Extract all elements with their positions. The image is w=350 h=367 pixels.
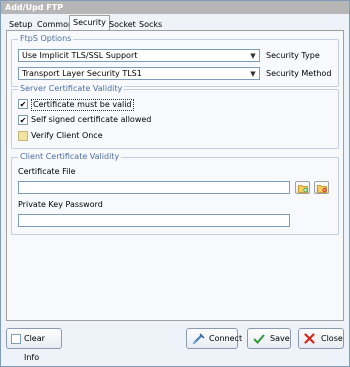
clear-cert-button[interactable]: [314, 181, 329, 194]
folder-delete-icon: [317, 185, 327, 193]
bottom-button-bar: Clear Info Connect Save Close: [6, 328, 344, 362]
security-panel: FtpS Options Use Implicit TLS/SSL Suppor…: [6, 30, 344, 321]
private-key-label: Private Key Password: [18, 200, 103, 209]
clear-info-checkbox[interactable]: Clear Info: [6, 328, 62, 362]
self-signed-checkbox[interactable]: ✔ Self signed certificate allowed: [18, 114, 178, 126]
server-cert-label: Server Certificate Validity: [18, 84, 125, 94]
save-label: Save: [270, 334, 290, 343]
cert-must-be-valid-checkbox[interactable]: ✔ Certificate must be valid: [18, 98, 158, 111]
dropdown-arrow-icon: ▼: [250, 52, 256, 60]
save-button[interactable]: Save: [247, 328, 291, 349]
self-signed-label: Self signed certificate allowed: [31, 115, 152, 124]
security-method-value: Transport Layer Security TLS1: [22, 69, 142, 78]
connect-label: Connect: [209, 334, 243, 343]
save-check-icon: [253, 334, 265, 344]
folder-open-icon: [298, 185, 308, 193]
cert-file-input[interactable]: [18, 181, 290, 194]
security-type-value: Use Implicit TLS/SSL Support: [22, 51, 138, 60]
add-upd-ftp-window: Add/Upd FTP Setup Common Security Socket…: [0, 0, 350, 367]
tab-setup[interactable]: Setup: [5, 17, 36, 30]
connect-button[interactable]: Connect: [186, 328, 242, 349]
verify-client-checkbox[interactable]: Verify Client Once: [18, 130, 138, 142]
tab-socks[interactable]: Socks: [135, 17, 166, 30]
tab-security[interactable]: Security: [69, 15, 110, 30]
close-button[interactable]: Close: [298, 328, 344, 349]
client-cert-group: Client Certificate Validity Certificate …: [11, 152, 339, 235]
browse-cert-button[interactable]: [295, 181, 310, 194]
client-cert-label: Client Certificate Validity: [18, 152, 122, 162]
ftps-options-group: FtpS Options Use Implicit TLS/SSL Suppor…: [11, 34, 339, 87]
verify-client-label: Verify Client Once: [31, 131, 103, 140]
checkmark-icon: ✔: [18, 99, 28, 109]
cert-file-label: Certificate File: [18, 167, 76, 176]
connect-icon: [192, 333, 205, 345]
security-method-select[interactable]: Transport Layer Security TLS1 ▼: [18, 67, 260, 80]
close-x-icon: [304, 333, 315, 344]
dropdown-arrow-icon: ▼: [250, 70, 256, 78]
ftps-options-label: FtpS Options: [18, 34, 74, 44]
checkmark-icon: ✔: [18, 115, 28, 125]
security-type-select[interactable]: Use Implicit TLS/SSL Support ▼: [18, 49, 260, 62]
close-label: Close: [321, 334, 343, 343]
security-method-label: Security Method: [266, 69, 332, 78]
private-key-input[interactable]: [18, 214, 290, 227]
clear-info-label: Clear Info: [24, 334, 45, 362]
server-cert-group: Server Certificate Validity ✔ Certificat…: [11, 84, 339, 149]
cert-must-be-valid-label: Certificate must be valid: [31, 99, 134, 111]
window-title: Add/Upd FTP: [1, 1, 349, 14]
security-type-label: Security Type: [266, 51, 320, 60]
